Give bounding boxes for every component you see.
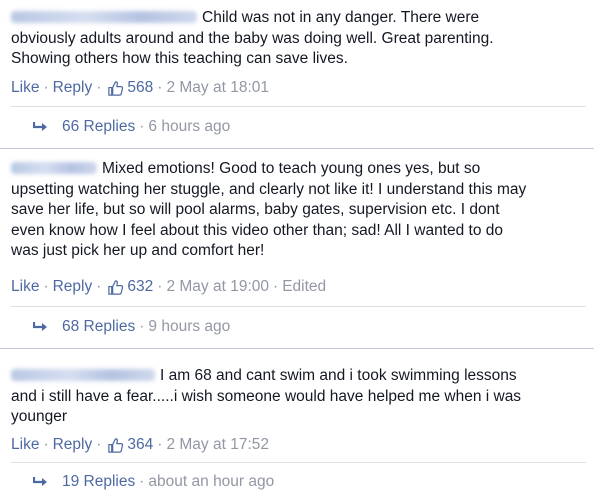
view-replies-row[interactable]: 66 Replies · 6 hours ago bbox=[11, 106, 586, 147]
reply-link[interactable]: Reply bbox=[53, 278, 93, 296]
thumbs-up-icon[interactable] bbox=[107, 279, 124, 296]
comment-text-line: I am 68 and cant swim and i took swimmin… bbox=[160, 367, 517, 384]
separator-dot: · bbox=[43, 79, 49, 96]
thumbs-up-icon[interactable] bbox=[107, 80, 124, 97]
separator-dot: · bbox=[139, 472, 145, 490]
comment-text-line: Child was not in any danger. There were bbox=[202, 9, 480, 26]
comment-body: Mixed emotions! Good to teach young ones… bbox=[11, 159, 586, 262]
replies-time: 6 hours ago bbox=[148, 118, 231, 135]
replies-time: 9 hours ago bbox=[148, 318, 231, 335]
separator-dot: · bbox=[96, 278, 102, 295]
replies-link[interactable]: 68 Replies bbox=[62, 318, 135, 336]
comment-list: Child was not in any danger. There were … bbox=[0, 0, 600, 499]
separator-dot: · bbox=[43, 436, 49, 453]
separator-dot: · bbox=[96, 79, 102, 96]
author-name-blurred[interactable] bbox=[11, 11, 197, 23]
comment-text-line: Showing others how this teaching can sav… bbox=[11, 50, 348, 67]
comment-text-line: save her life, but so will pool alarms, … bbox=[11, 201, 500, 218]
comment-text-line: and i still have a fear.....i wish someo… bbox=[11, 387, 522, 405]
reply-arrow-icon bbox=[33, 322, 47, 331]
thumbs-up-icon[interactable] bbox=[107, 437, 124, 454]
separator-dot: · bbox=[43, 278, 49, 295]
separator-dot: · bbox=[96, 436, 102, 453]
like-count[interactable]: 568 bbox=[127, 79, 153, 97]
timestamp[interactable]: 2 May at 18:01 bbox=[166, 79, 269, 97]
separator-dot: · bbox=[157, 79, 163, 96]
like-link[interactable]: Like bbox=[11, 79, 39, 97]
comment-actions: Like · Reply · 568 · 2 May at 18:01 bbox=[11, 79, 269, 97]
replies-link[interactable]: 66 Replies bbox=[62, 118, 135, 136]
separator-dot: · bbox=[139, 318, 145, 335]
like-count[interactable]: 632 bbox=[127, 278, 153, 296]
comment-text-line: upsetting watching her stuggle, and clea… bbox=[11, 180, 527, 198]
replies-link[interactable]: 19 Replies bbox=[62, 473, 135, 491]
timestamp[interactable]: 2 May at 19:00 bbox=[166, 278, 269, 296]
comment-text-line: Mixed emotions! Good to teach young ones… bbox=[102, 160, 481, 177]
separator-dot: · bbox=[273, 278, 279, 295]
view-replies-row[interactable]: 68 Replies · 9 hours ago bbox=[11, 306, 586, 347]
separator-dot: · bbox=[157, 278, 163, 295]
reply-arrow-icon bbox=[33, 476, 47, 486]
timestamp[interactable]: 2 May at 17:52 bbox=[166, 436, 269, 454]
comment-body: Child was not in any danger. There were … bbox=[11, 8, 586, 70]
author-name-blurred[interactable] bbox=[11, 369, 155, 381]
reply-arrow-icon bbox=[33, 122, 47, 131]
view-replies-row[interactable]: 19 Replies · about an hour ago bbox=[11, 462, 586, 500]
replies-time: about an hour ago bbox=[148, 472, 275, 490]
comment-text-line: younger bbox=[11, 408, 68, 425]
separator-dot: · bbox=[157, 436, 163, 453]
like-link[interactable]: Like bbox=[11, 436, 39, 454]
edited-label[interactable]: Edited bbox=[282, 278, 326, 296]
comment-text-line: obviously adults around and the baby was… bbox=[11, 29, 494, 47]
comment: Mixed emotions! Good to teach young ones… bbox=[0, 149, 594, 349]
comment: I am 68 and cant swim and i took swimmin… bbox=[0, 349, 594, 499]
comment-body: I am 68 and cant swim and i took swimmin… bbox=[11, 366, 586, 428]
like-count[interactable]: 364 bbox=[127, 436, 153, 454]
reply-link[interactable]: Reply bbox=[53, 436, 93, 454]
comment-text-line: was just pick her up and comfort her! bbox=[11, 242, 265, 259]
like-link[interactable]: Like bbox=[11, 278, 39, 296]
reply-link[interactable]: Reply bbox=[53, 79, 93, 97]
comment-text-line: even know how I feel about this video ot… bbox=[11, 221, 504, 239]
author-name-blurred[interactable] bbox=[11, 162, 97, 174]
comment-actions: Like · Reply · 632 · 2 May at 19:00 · Ed… bbox=[11, 278, 326, 296]
separator-dot: · bbox=[139, 118, 145, 135]
comment: Child was not in any danger. There were … bbox=[0, 0, 594, 149]
comment-actions: Like · Reply · 364 · 2 May at 17:52 bbox=[11, 436, 269, 454]
